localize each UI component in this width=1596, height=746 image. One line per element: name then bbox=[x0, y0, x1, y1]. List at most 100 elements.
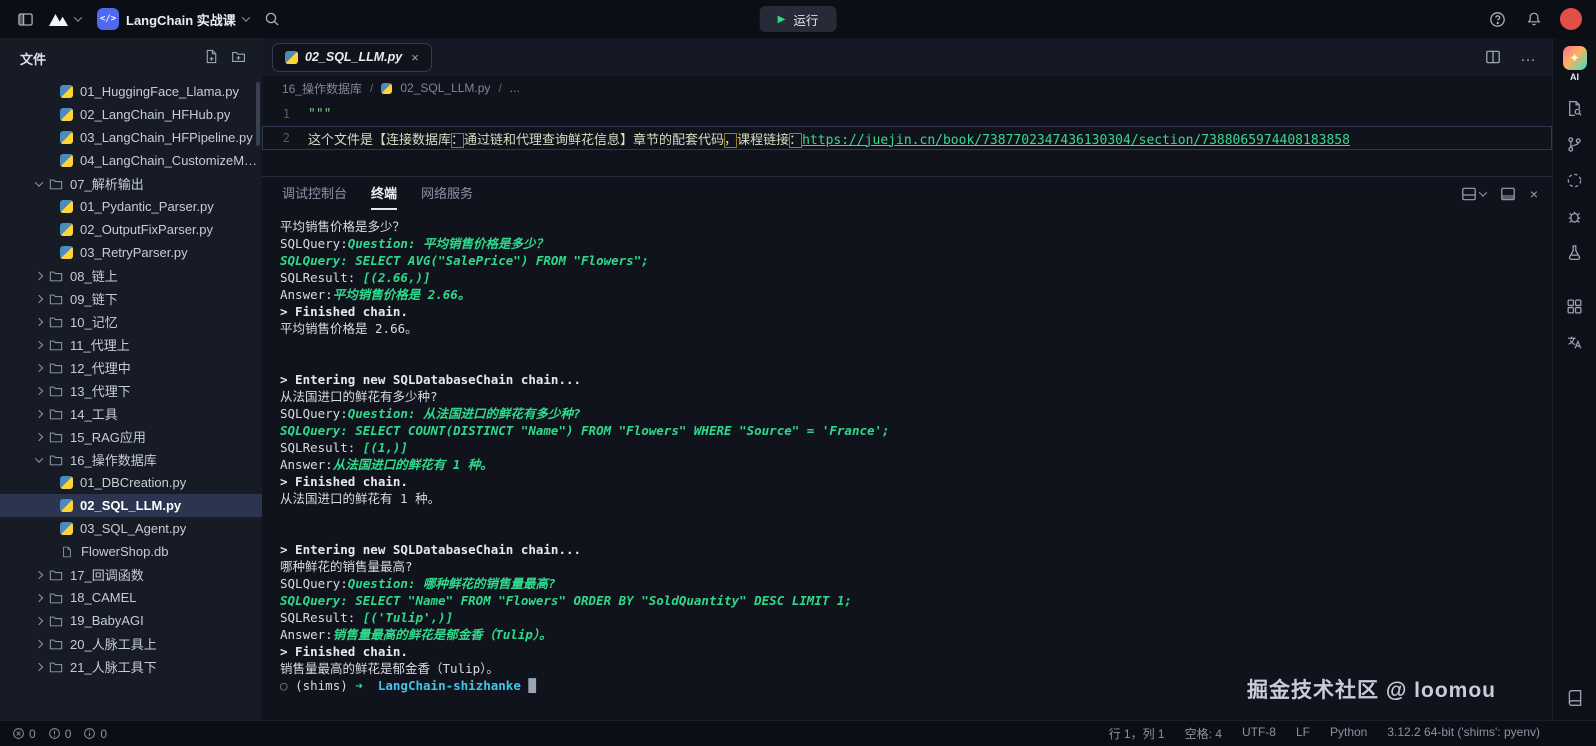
status-item[interactable]: 3.12.2 64-bit ('shims': pyenv) bbox=[1387, 725, 1540, 742]
statusbar-right: 行 1，列 1 空格: 4 UTF-8 LF Python 3.12.2 64-bit (… bbox=[1109, 725, 1540, 742]
status-item[interactable]: Python bbox=[1330, 725, 1367, 742]
tree-folder[interactable]: 18_CAMEL bbox=[0, 586, 262, 609]
file-label: 03_SQL_Agent.py bbox=[80, 521, 186, 536]
tree-folder[interactable]: 19_BabyAGI bbox=[0, 609, 262, 632]
tree-file[interactable]: 02_LangChain_HFHub.py bbox=[0, 103, 262, 126]
ai-sparkle-icon: ✦ bbox=[1563, 46, 1587, 70]
panel-tab[interactable]: 调试控制台 bbox=[282, 177, 347, 210]
more-actions-icon[interactable]: … bbox=[1520, 48, 1536, 66]
close-panel-icon[interactable]: × bbox=[1530, 186, 1538, 202]
tree-file[interactable]: 04_LangChain_CustomizeMod... bbox=[0, 149, 262, 172]
problems-infos[interactable]: 0 bbox=[83, 727, 107, 741]
git-branch-icon[interactable] bbox=[1565, 134, 1585, 154]
tree-folder[interactable]: 13_代理下 bbox=[0, 379, 262, 402]
breadcrumb-file[interactable]: 02_SQL_LLM.py bbox=[400, 81, 490, 95]
statusbar-problems[interactable]: 000 bbox=[12, 727, 107, 741]
code-link[interactable]: https://juejin.cn/book/73877023474361303… bbox=[802, 133, 1350, 148]
run-button[interactable]: ▶ 运行 bbox=[760, 6, 837, 32]
watermark: 掘金技术社区 @ loomou bbox=[1247, 674, 1496, 704]
file-label: 10_记忆 bbox=[70, 312, 118, 331]
chevron-right-icon bbox=[35, 432, 43, 440]
problems-warnings[interactable]: 0 bbox=[48, 727, 72, 741]
terminal-line: 哪种鲜花的销售量最高? bbox=[280, 558, 1552, 575]
new-file-icon[interactable] bbox=[204, 49, 219, 67]
tree-file[interactable]: 01_Pydantic_Parser.py bbox=[0, 195, 262, 218]
book-icon[interactable] bbox=[1565, 688, 1585, 708]
ai-label: AI bbox=[1570, 72, 1579, 82]
terminal-line bbox=[280, 337, 1552, 354]
panel-toggle-icon[interactable] bbox=[1500, 186, 1516, 202]
debug-icon[interactable] bbox=[1565, 206, 1585, 226]
tree-file[interactable]: 02_OutputFixParser.py bbox=[0, 218, 262, 241]
file-label: 02_OutputFixParser.py bbox=[80, 222, 213, 237]
status-item[interactable]: LF bbox=[1296, 725, 1310, 742]
breadcrumb-more[interactable]: ... bbox=[510, 81, 520, 95]
terminal-line: > Finished chain. bbox=[280, 643, 1552, 660]
extensions-grid-icon[interactable] bbox=[1565, 296, 1585, 316]
tree-folder[interactable]: 21_人脉工具下 bbox=[0, 655, 262, 678]
folder-icon bbox=[49, 384, 63, 398]
tree-folder[interactable]: 07_解析输出 bbox=[0, 172, 262, 195]
tree-file[interactable]: 02_SQL_LLM.py bbox=[0, 494, 262, 517]
project-selector[interactable]: </> LangChain 实战课 bbox=[97, 8, 249, 30]
chevron-down-icon bbox=[242, 13, 250, 21]
flask-icon[interactable] bbox=[1565, 242, 1585, 262]
terminal-text: █ bbox=[528, 678, 536, 693]
split-editor-icon[interactable] bbox=[1482, 46, 1504, 68]
ai-assistant-button[interactable]: ✦ AI bbox=[1563, 46, 1587, 82]
file-label: 16_操作数据库 bbox=[70, 450, 157, 469]
terminal-text: (shims) bbox=[295, 678, 355, 693]
terminal-text: SQLQuery: bbox=[280, 236, 348, 251]
tab-label: 02_SQL_LLM.py bbox=[305, 50, 402, 64]
file-tree[interactable]: 01_HuggingFace_Llama.py02_LangChain_HFHu… bbox=[0, 78, 262, 720]
panel-tab[interactable]: 终端 bbox=[371, 177, 397, 210]
status-item[interactable]: 行 1，列 1 bbox=[1109, 725, 1165, 742]
code-lines[interactable]: 1"""2这个文件是【连接数据库：通过链和代理查询鲜花信息】章节的配套代码，课程… bbox=[262, 100, 1552, 176]
tree-folder[interactable]: 11_代理上 bbox=[0, 333, 262, 356]
tree-folder[interactable]: 10_记忆 bbox=[0, 310, 262, 333]
file-label: 03_LangChain_HFPipeline.py bbox=[80, 130, 253, 145]
sidebar-toggle-icon[interactable] bbox=[14, 8, 36, 30]
tree-file[interactable]: 01_DBCreation.py bbox=[0, 471, 262, 494]
status-item[interactable]: UTF-8 bbox=[1242, 725, 1276, 742]
activity-bar: ✦ AI bbox=[1552, 38, 1596, 720]
close-icon[interactable]: × bbox=[411, 50, 419, 65]
file-label: 02_SQL_LLM.py bbox=[80, 498, 181, 513]
terminal[interactable]: 平均销售价格是多少？SQLQuery:Question: 平均销售价格是多少？S… bbox=[262, 210, 1552, 720]
file-label: 03_RetryParser.py bbox=[80, 245, 188, 260]
avatar[interactable] bbox=[1560, 8, 1582, 30]
tree-folder[interactable]: 12_代理中 bbox=[0, 356, 262, 379]
search-icon[interactable] bbox=[261, 8, 283, 30]
new-folder-icon[interactable] bbox=[231, 49, 246, 67]
tree-file[interactable]: FlowerShop.db bbox=[0, 540, 262, 563]
translate-icon[interactable] bbox=[1565, 332, 1585, 352]
tree-file[interactable]: 01_HuggingFace_Llama.py bbox=[0, 80, 262, 103]
file-label: 18_CAMEL bbox=[70, 590, 136, 605]
status-item[interactable]: 空格: 4 bbox=[1185, 725, 1222, 742]
help-icon[interactable] bbox=[1486, 8, 1508, 30]
tree-file[interactable]: 03_SQL_Agent.py bbox=[0, 517, 262, 540]
tree-file[interactable]: 03_RetryParser.py bbox=[0, 241, 262, 264]
tree-folder[interactable]: 15_RAG应用 bbox=[0, 425, 262, 448]
code-segment: 通过链和代理查询鲜花信息】章节的配套代码 bbox=[464, 133, 724, 148]
bell-icon[interactable] bbox=[1523, 8, 1545, 30]
circle-dashed-icon[interactable] bbox=[1565, 170, 1585, 190]
breadcrumb-folder[interactable]: 16_操作数据库 bbox=[282, 80, 362, 97]
tree-folder[interactable]: 08_链上 bbox=[0, 264, 262, 287]
tree-folder[interactable]: 14_工具 bbox=[0, 402, 262, 425]
folder-icon bbox=[49, 430, 63, 444]
tree-folder[interactable]: 09_链下 bbox=[0, 287, 262, 310]
file-search-icon[interactable] bbox=[1565, 98, 1585, 118]
app-window: </> LangChain 实战课 ▶ 运行 文件 bbox=[0, 0, 1596, 746]
terminal-layout-icon[interactable] bbox=[1461, 186, 1486, 202]
scrollbar-thumb[interactable] bbox=[256, 82, 260, 146]
app-logo[interactable] bbox=[48, 12, 81, 27]
tree-file[interactable]: 03_LangChain_HFPipeline.py bbox=[0, 126, 262, 149]
tab-02-sql-llm[interactable]: 02_SQL_LLM.py × bbox=[272, 43, 432, 72]
terminal-text: Answer: bbox=[280, 627, 333, 642]
tree-folder[interactable]: 20_人脉工具上 bbox=[0, 632, 262, 655]
problems-errors[interactable]: 0 bbox=[12, 727, 36, 741]
panel-tab[interactable]: 网络服务 bbox=[421, 177, 473, 210]
tree-folder[interactable]: 17_回调函数 bbox=[0, 563, 262, 586]
tree-folder[interactable]: 16_操作数据库 bbox=[0, 448, 262, 471]
